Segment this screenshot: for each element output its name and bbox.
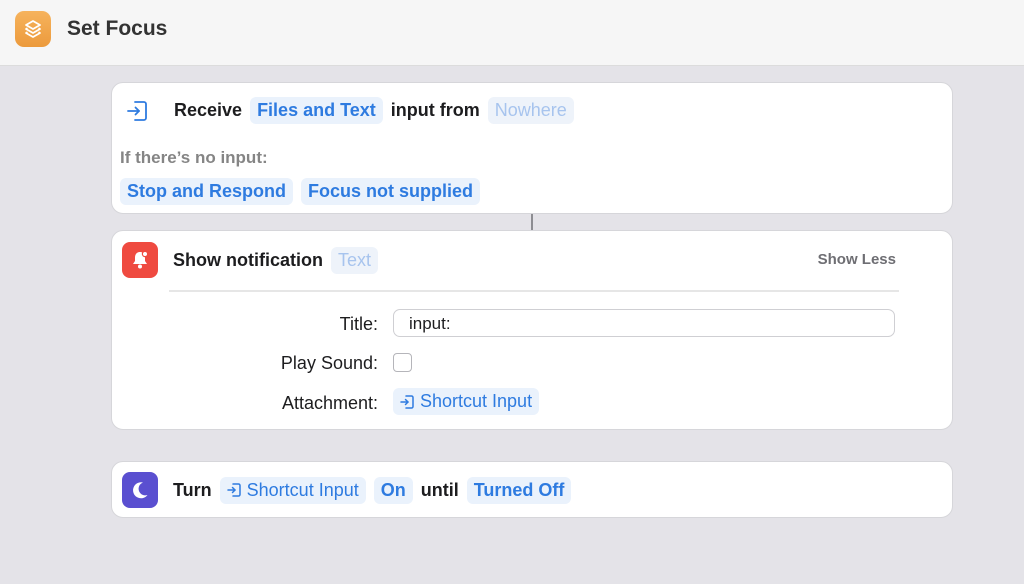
attachment-token[interactable]: Shortcut Input xyxy=(393,388,540,415)
turn-label: Turn xyxy=(173,479,212,500)
receive-action-card[interactable]: Receive Files and Text input from Nowher… xyxy=(111,82,953,214)
until-label: until xyxy=(420,479,459,500)
focus-input-token[interactable]: Shortcut Input xyxy=(219,476,366,504)
show-notification-card[interactable]: Show notification Text Show Less Title: … xyxy=(111,230,953,430)
attachment-token-label: Shortcut Input xyxy=(420,391,533,411)
fallback-message-token[interactable]: Focus not supplied xyxy=(301,178,480,205)
no-input-label: If there’s no input: xyxy=(120,148,268,167)
action-connector xyxy=(531,214,533,230)
receive-label: Receive xyxy=(174,100,243,120)
focus-state-token[interactable]: On xyxy=(373,476,413,504)
input-types-token[interactable]: Files and Text xyxy=(250,97,383,124)
title-field-label: Title: xyxy=(339,314,378,334)
shortcuts-app-icon xyxy=(15,11,51,47)
title-bar: Set Focus xyxy=(0,0,1024,66)
play-sound-checkbox[interactable] xyxy=(393,353,412,372)
set-focus-card[interactable]: Turn Shortcut Input On until Turned Off xyxy=(111,461,953,518)
action-title: Show notification xyxy=(173,249,323,270)
attachment-label: Attachment: xyxy=(281,393,378,413)
shortcut-input-icon xyxy=(226,482,241,498)
bell-icon xyxy=(122,242,158,278)
fallback-action-token[interactable]: Stop and Respond xyxy=(120,178,293,205)
moon-icon xyxy=(122,472,158,508)
play-sound-label: Play Sound: xyxy=(280,353,378,373)
receive-input-icon xyxy=(126,99,154,123)
input-source-token[interactable]: Nowhere xyxy=(487,97,574,124)
section-divider xyxy=(169,290,899,292)
window-title: Set Focus xyxy=(67,17,168,40)
focus-input-token-label: Shortcut Input xyxy=(246,479,359,500)
notification-title-field[interactable]: input: xyxy=(393,309,895,337)
notification-text-token[interactable]: Text xyxy=(331,246,379,274)
show-less-button[interactable]: Show Less xyxy=(818,251,896,268)
input-from-label: input from xyxy=(390,100,480,120)
shortcut-input-icon xyxy=(400,394,414,410)
until-token[interactable]: Turned Off xyxy=(466,476,572,504)
